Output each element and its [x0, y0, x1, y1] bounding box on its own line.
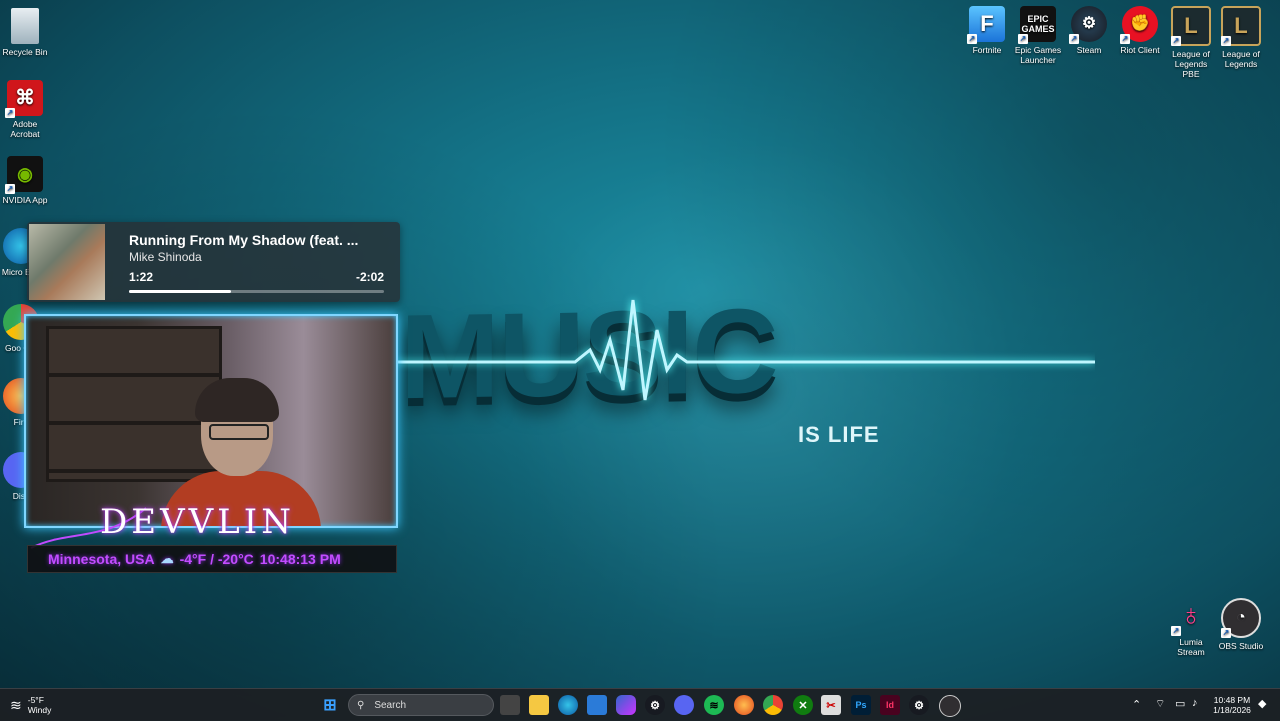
clock-time: 10:48 PM [1213, 695, 1251, 705]
lumia-stream-icon: ♁ ↗ [1171, 599, 1203, 636]
weather-temp: -5°F [27, 695, 44, 705]
snipping-tool-icon[interactable]: ✂ [821, 695, 841, 715]
track-progress-bar[interactable] [129, 290, 384, 293]
desktop-icon-nvidia[interactable]: ◉ ↗ NVIDIA App [0, 156, 50, 205]
weather-widget[interactable]: ≋ -5°F Windy [10, 695, 51, 715]
firefox-icon[interactable] [734, 695, 754, 715]
acrobat-icon: ⌘ ↗ [5, 80, 43, 118]
taskbar-clock[interactable]: 10:48 PM 1/18/2026 [1210, 695, 1254, 715]
desktop-icon-label: Adobe Acrobat [10, 119, 40, 139]
desktop-icon-label: Fortnite [972, 45, 1002, 55]
league-icon: L ↗ [1221, 6, 1261, 46]
edge-icon[interactable] [558, 695, 578, 715]
obs-icon[interactable] [939, 695, 961, 717]
desktop-icon-league[interactable]: L ↗ League of Legends [1216, 6, 1266, 69]
start-icon[interactable]: ⊞ [320, 695, 340, 715]
discord-icon[interactable] [674, 695, 694, 715]
wallpaper-is-life-text: IS LIFE [798, 422, 880, 447]
battery-icon[interactable]: ▭ [1175, 697, 1185, 710]
wind-icon: ≋ [10, 696, 22, 713]
desktop-icon-label: League of Legends PBE [1172, 49, 1210, 79]
fortnite-icon: F ↗ [967, 6, 1005, 44]
remaining-time: -2:02 [355, 270, 384, 284]
xbox-icon[interactable]: ✕ [793, 695, 813, 715]
desktop-icon-label: OBS Studio [1218, 641, 1264, 651]
spotify-icon[interactable]: ≋ [704, 695, 724, 715]
steam-icon[interactable]: ⚙ [645, 695, 665, 715]
clock-date: 1/18/2026 [1213, 705, 1251, 715]
track-title: Running From My Shadow (feat. ... [129, 232, 359, 248]
desktop-icon-label: Epic Games Launcher [1014, 45, 1062, 65]
search-icon: ⚲ [357, 699, 365, 711]
search-placeholder: Search [374, 699, 407, 711]
track-progress-fill [129, 290, 231, 293]
obs-icon: ◔ ↗ [1221, 598, 1261, 638]
webcam-feed [24, 314, 398, 528]
weather-desc: Windy [27, 705, 52, 715]
taskbar: ≋ -5°F Windy ⊞ ⚲ Search ⚙ ≋ ✕ ✂ Ps Id ⚙ … [0, 688, 1280, 721]
now-playing-widget[interactable]: Running From My Shadow (feat. ... Mike S… [27, 222, 400, 302]
epic-games-icon: EPIC GAMES ↗ [1018, 6, 1056, 44]
desktop-icon-acrobat[interactable]: ⌘ ↗ Adobe Acrobat [0, 80, 50, 139]
heartbeat-line [395, 299, 1095, 401]
temperature-text: -4°F / -20°C [179, 551, 254, 567]
track-artist: Mike Shinoda [129, 250, 202, 264]
overlay-clock: 10:48:13 PM [259, 551, 341, 567]
desktop-icon-obs[interactable]: ◔ ↗ OBS Studio [1216, 598, 1266, 651]
desktop-icon-label: NVIDIA App [2, 195, 48, 205]
album-art [29, 224, 105, 300]
desktop-icon-epic[interactable]: EPIC GAMES ↗ Epic Games Launcher [1013, 6, 1063, 65]
desktop-icon-steam[interactable]: ⚙ ↗ Steam [1064, 6, 1114, 55]
location-weather-bar: Minnesota, USA ☁ -4°F / -20°C 10:48:13 P… [27, 545, 397, 573]
steam-alt-icon[interactable]: ⚙ [909, 695, 929, 715]
desktop-icon-lumia[interactable]: ♁ ↗ Lumia Stream [1166, 598, 1216, 657]
indesign-icon[interactable]: Id [880, 695, 900, 715]
desktop-icon-league-pbe[interactable]: L ↗ League of Legends PBE [1166, 6, 1216, 79]
desktop-icon-fortnite[interactable]: F ↗ Fortnite [962, 6, 1012, 55]
streamer-name: DEVVLIN [100, 502, 295, 542]
task-view-icon[interactable] [500, 695, 520, 715]
steam-icon: ⚙ ↗ [1069, 6, 1107, 44]
desktop-icon-label: Recycle Bin [2, 47, 48, 57]
chevron-up-icon[interactable]: ⌃ [1132, 698, 1141, 711]
elapsed-time: 1:22 [129, 270, 154, 284]
notification-bell-icon[interactable]: ◆ [1258, 697, 1266, 710]
desktop-icon-label: League of Legends [1222, 49, 1260, 69]
desktop-icon-label: Riot Client [1120, 45, 1160, 55]
recycle-bin-icon [11, 8, 39, 44]
copilot-icon[interactable] [616, 695, 636, 715]
desktop-icon-riot[interactable]: ✊ ↗ Riot Client [1115, 6, 1165, 55]
taskbar-search[interactable]: ⚲ Search [348, 694, 494, 716]
store-icon[interactable] [587, 695, 607, 715]
network-icon[interactable]: ⌔ [1155, 697, 1165, 711]
volume-icon[interactable]: ♪ [1192, 697, 1198, 709]
file-explorer-icon[interactable] [529, 695, 549, 715]
location-text: Minnesota, USA [48, 551, 155, 567]
chrome-icon[interactable] [763, 695, 783, 715]
nvidia-icon: ◉ ↗ [5, 156, 43, 194]
photoshop-icon[interactable]: Ps [851, 695, 871, 715]
riot-client-icon: ✊ ↗ [1120, 6, 1158, 44]
desktop-icon-recycle-bin[interactable]: Recycle Bin [0, 8, 50, 57]
desktop-icon-label: Lumia Stream [1177, 637, 1205, 657]
desktop-icon-label: Steam [1076, 45, 1102, 55]
league-pbe-icon: L ↗ [1171, 6, 1211, 46]
cloud-icon: ☁ [160, 551, 174, 566]
